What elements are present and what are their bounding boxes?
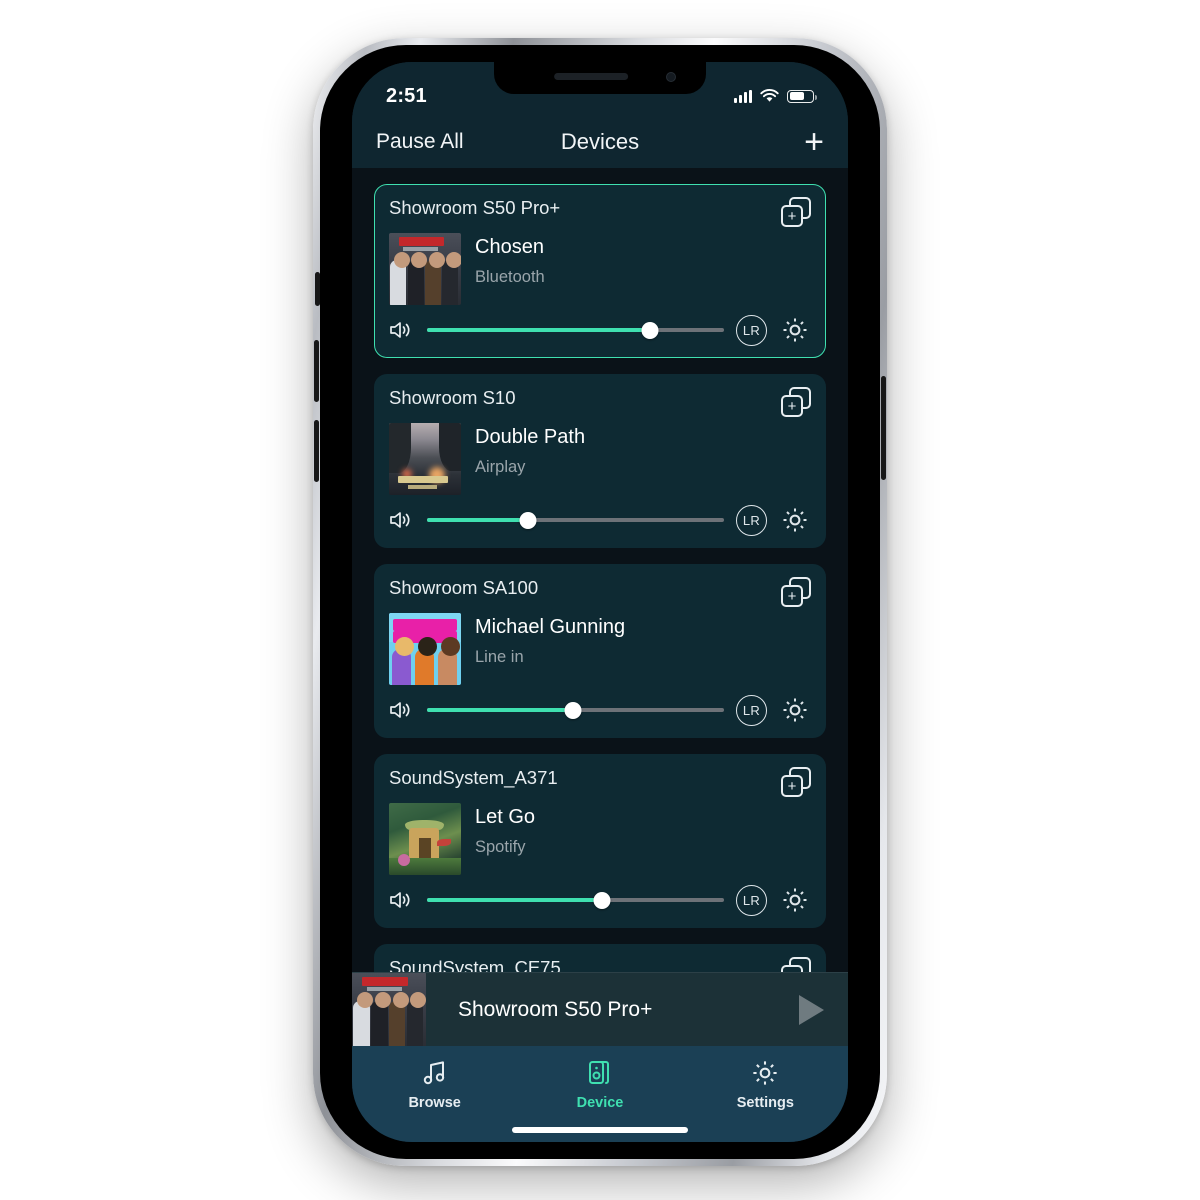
album-artwork — [389, 423, 461, 495]
track-source: Line in — [475, 648, 524, 666]
add-to-group-icon[interactable]: + — [781, 387, 811, 417]
tab-label: Settings — [736, 1095, 794, 1111]
device-name: Showroom SA100 — [389, 577, 539, 598]
add-to-group-icon[interactable]: + — [781, 767, 811, 797]
nav-bar: Pause All Devices + — [352, 116, 848, 168]
device-card-header: Showroom S10 + — [389, 387, 811, 417]
device-card-body: Double Path Airplay — [389, 423, 811, 495]
add-to-group-icon[interactable]: + — [781, 577, 811, 607]
stereo-pair-button[interactable]: LR — [736, 884, 767, 916]
tab-device[interactable]: Device — [545, 1056, 655, 1111]
device-name: Showroom S10 — [389, 387, 516, 408]
track-title: Chosen — [475, 236, 544, 258]
battery-icon — [787, 89, 817, 103]
volume-slider[interactable] — [427, 700, 724, 720]
device-card-header: Showroom S50 Pro+ + — [389, 197, 811, 227]
volume-icon[interactable] — [389, 510, 415, 530]
volume-icon[interactable] — [389, 700, 415, 720]
now-playing-artwork — [352, 972, 426, 1046]
track-meta: Let Go Spotify — [475, 803, 535, 857]
add-to-group-icon[interactable]: + — [781, 197, 811, 227]
wifi-icon — [760, 89, 779, 102]
add-device-icon[interactable]: + — [804, 125, 824, 159]
track-meta: Double Path Airplay — [475, 423, 585, 477]
tab-browse[interactable]: Browse — [380, 1056, 490, 1111]
screenshot-stage: 2:51 Pause All Devices + Showroom S50 Pr… — [0, 0, 1200, 1200]
earpiece-speaker — [554, 73, 629, 80]
album-artwork — [389, 613, 461, 685]
device-card-header: SoundSystem_A371 + — [389, 767, 811, 797]
tab-label: Browse — [408, 1095, 461, 1111]
pause-all-button[interactable]: Pause All — [376, 130, 464, 154]
status-indicators — [734, 89, 817, 103]
app-root: 2:51 Pause All Devices + Showroom S50 Pr… — [352, 62, 848, 1142]
now-playing-bar[interactable]: Showroom S50 Pro+ — [352, 972, 848, 1046]
stereo-pair-button[interactable]: LR — [736, 314, 767, 346]
track-source: Airplay — [475, 458, 526, 476]
stereo-pair-button[interactable]: LR — [736, 504, 767, 536]
device-card[interactable]: SoundSystem_A371 + Let Go Spotify LR — [374, 754, 826, 928]
device-card[interactable]: Showroom SA100 + Michael Gunning Line in… — [374, 564, 826, 738]
home-indicator — [512, 1127, 688, 1133]
track-title: Let Go — [475, 806, 536, 828]
volume-slider[interactable] — [427, 320, 724, 340]
device-card-controls: LR — [389, 314, 811, 346]
device-card-controls: LR — [389, 694, 811, 726]
tab-bar: Browse Device Settings — [352, 1046, 848, 1142]
volume-up-button[interactable] — [314, 340, 319, 402]
track-title: Double Path — [475, 426, 586, 448]
volume-slider[interactable] — [427, 510, 724, 530]
volume-icon[interactable] — [389, 320, 415, 340]
track-source: Spotify — [475, 838, 526, 856]
device-card-header: Showroom SA100 + — [389, 577, 811, 607]
cellular-signal-icon — [734, 89, 752, 103]
front-camera — [666, 72, 676, 82]
page-title: Devices — [560, 129, 640, 154]
device-list[interactable]: Showroom S50 Pro+ + Chosen Bluetooth LR … — [352, 168, 848, 1046]
gear-icon[interactable] — [779, 884, 811, 916]
volume-icon[interactable] — [389, 890, 415, 910]
now-playing-device: Showroom S50 Pro+ — [458, 997, 653, 1021]
gear-icon[interactable] — [779, 314, 811, 346]
power-button[interactable] — [881, 376, 886, 480]
device-card-controls: LR — [389, 884, 811, 916]
tab-settings[interactable]: Settings — [710, 1056, 820, 1111]
phone-screen: 2:51 Pause All Devices + Showroom S50 Pr… — [352, 62, 848, 1142]
gear-icon — [750, 1056, 780, 1090]
device-card-controls: LR — [389, 504, 811, 536]
device-card[interactable]: Showroom S10 + Double Path Airplay LR — [374, 374, 826, 548]
album-artwork — [389, 233, 461, 305]
music-note-icon — [420, 1056, 450, 1090]
device-name: Showroom S50 Pro+ — [389, 197, 561, 218]
speaker-stack-icon — [585, 1056, 615, 1090]
status-time: 2:51 — [386, 84, 427, 107]
volume-down-button[interactable] — [314, 420, 319, 482]
gear-icon[interactable] — [779, 504, 811, 536]
device-card-body: Let Go Spotify — [389, 803, 811, 875]
tab-label: Device — [576, 1095, 624, 1111]
silent-switch[interactable] — [315, 272, 320, 306]
stereo-pair-button[interactable]: LR — [736, 694, 767, 726]
device-notch — [494, 62, 706, 94]
track-meta: Michael Gunning Line in — [475, 613, 625, 667]
device-card[interactable]: Showroom S50 Pro+ + Chosen Bluetooth LR — [374, 184, 826, 358]
volume-slider[interactable] — [427, 890, 724, 910]
device-card-body: Chosen Bluetooth — [389, 233, 811, 305]
album-artwork — [389, 803, 461, 875]
track-meta: Chosen Bluetooth — [475, 233, 545, 287]
track-source: Bluetooth — [475, 268, 545, 286]
track-title: Michael Gunning — [475, 616, 626, 638]
device-name: SoundSystem_A371 — [389, 767, 558, 788]
device-card-body: Michael Gunning Line in — [389, 613, 811, 685]
play-icon[interactable] — [774, 994, 848, 1025]
gear-icon[interactable] — [779, 694, 811, 726]
